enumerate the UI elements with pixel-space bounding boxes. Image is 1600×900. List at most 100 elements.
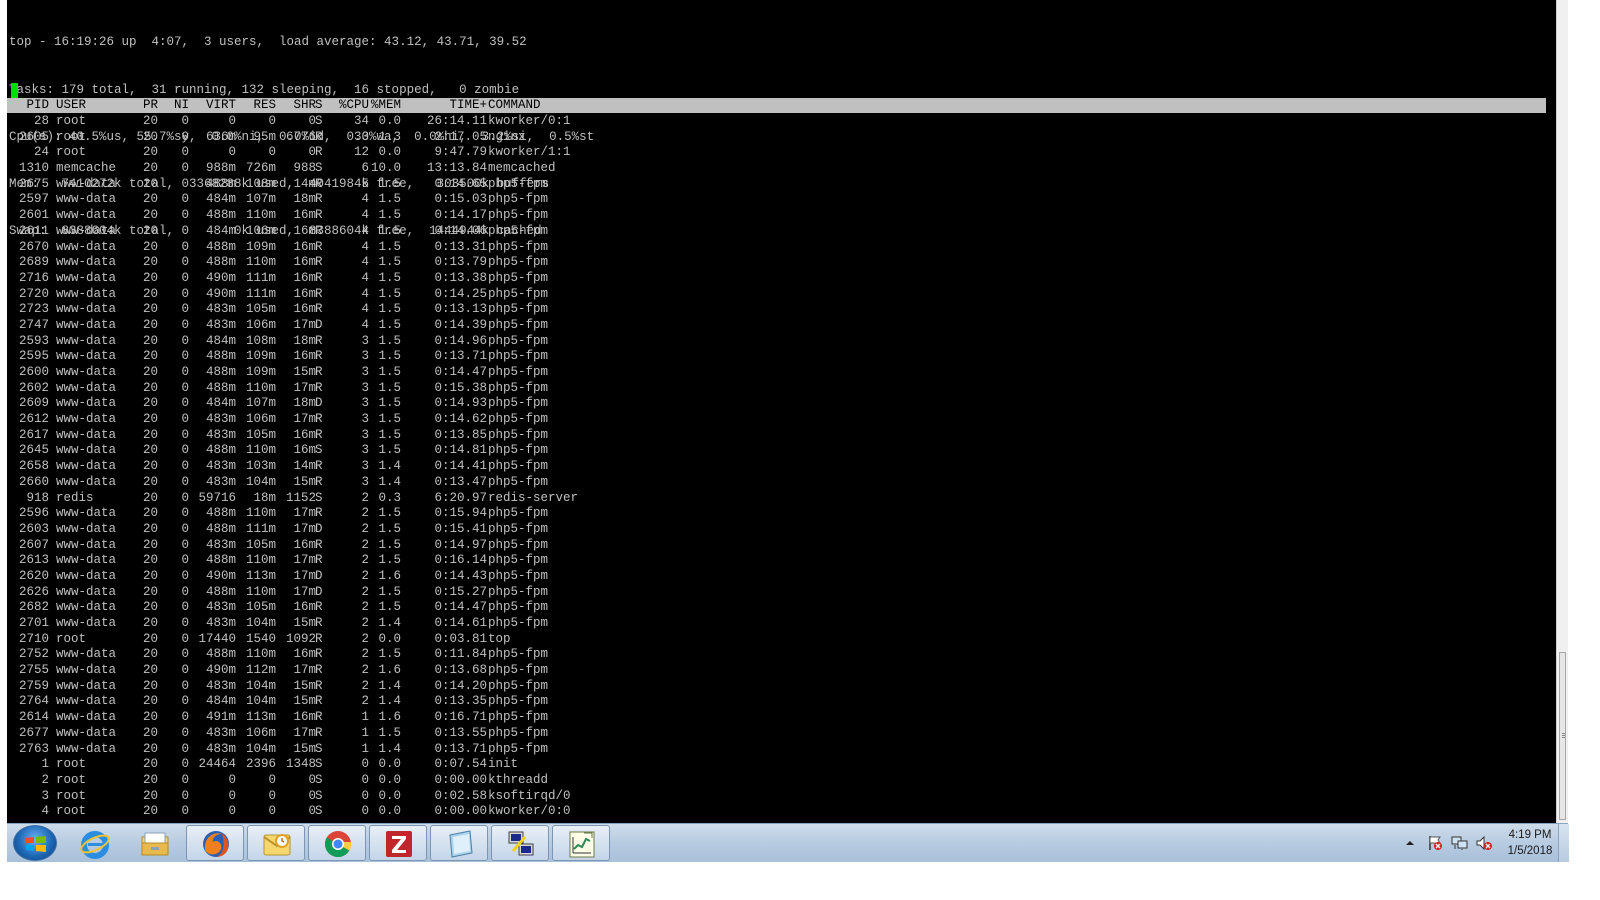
process-ni: 0 bbox=[181, 804, 189, 819]
terminal-scrollbar[interactable] bbox=[1556, 0, 1568, 825]
process-shr: 15m bbox=[293, 741, 316, 756]
process-virt: 483m bbox=[205, 412, 236, 427]
show-hidden-icons-arrow[interactable] bbox=[1405, 835, 1415, 853]
process-time: 0:14.41 bbox=[434, 459, 487, 474]
process-virt: 636m bbox=[205, 129, 236, 144]
process-res: 111m bbox=[245, 270, 276, 285]
process-command: init bbox=[488, 757, 519, 772]
process-res: 105m bbox=[245, 537, 276, 552]
process-ni: 0 bbox=[181, 208, 189, 223]
process-user: www-data bbox=[56, 678, 117, 693]
process-pr: 20 bbox=[142, 427, 158, 442]
process-ni: 0 bbox=[181, 255, 189, 270]
process-row: 1 root 20 0 24464 2396 1348 S 0 0.0 0:07.54 init bbox=[7, 757, 1546, 773]
col-cpu: %CPU bbox=[338, 98, 369, 112]
process-mem: 1.5 bbox=[378, 412, 401, 427]
process-row: 2 root 20 0 0 0 0 S 0 0.0 0:00.00 kthreadd bbox=[7, 773, 1546, 789]
taskbar-firefox[interactable] bbox=[186, 825, 244, 861]
network-icon[interactable] bbox=[1451, 835, 1469, 856]
taskbar-filezilla[interactable] bbox=[369, 825, 427, 861]
process-virt: 484m bbox=[205, 694, 236, 709]
process-res: 104m bbox=[245, 474, 276, 489]
process-pr: 20 bbox=[142, 804, 158, 819]
process-command: php5-fpm bbox=[488, 255, 549, 270]
process-ni: 0 bbox=[181, 474, 189, 489]
process-command: php5-fpm bbox=[488, 412, 549, 427]
process-shr: 0 bbox=[308, 804, 316, 819]
process-user: www-data bbox=[56, 521, 117, 536]
taskbar-notepad[interactable] bbox=[430, 825, 488, 861]
taskbar-internet-explorer[interactable] bbox=[65, 825, 123, 861]
process-time: 0:13.71 bbox=[434, 741, 487, 756]
taskbar-file-explorer[interactable] bbox=[125, 825, 183, 861]
action-center-flag-icon[interactable] bbox=[1427, 835, 1443, 856]
process-pr: 20 bbox=[142, 223, 158, 238]
process-row: 2602 www-data 20 0 488m 110m 17m R 3 1.5 0:15.38 ph… bbox=[7, 381, 1546, 397]
terminal-window[interactable]: top - 16:19:26 up 4:07, 3 users, load av… bbox=[7, 0, 1556, 825]
process-pr: 20 bbox=[142, 506, 158, 521]
process-res: 105m bbox=[245, 302, 276, 317]
process-cpu: 4 bbox=[361, 223, 369, 238]
process-mem: 1.5 bbox=[378, 553, 401, 568]
process-pid: 2658 bbox=[18, 459, 49, 474]
process-pr: 20 bbox=[142, 584, 158, 599]
process-pr: 20 bbox=[142, 568, 158, 583]
process-mem: 1.5 bbox=[378, 333, 401, 348]
taskbar-chrome[interactable] bbox=[308, 825, 366, 861]
summary-line-tasks: Tasks: 179 total, 31 running, 132 sleepi… bbox=[9, 82, 520, 97]
notepad-icon bbox=[449, 830, 473, 858]
process-pid: 2689 bbox=[18, 255, 49, 270]
process-ni: 0 bbox=[181, 490, 189, 505]
process-virt: 488m bbox=[205, 380, 236, 395]
process-command: php5-fpm bbox=[488, 176, 549, 191]
taskbar-chart-editor[interactable] bbox=[552, 825, 610, 861]
process-mem: 1.5 bbox=[378, 192, 401, 207]
process-pid: 2645 bbox=[18, 443, 49, 458]
process-row: 2716 www-data 20 0 490m 111m 16m R 4 1.5 0:13.38 ph… bbox=[7, 271, 1546, 287]
process-mem: 1.5 bbox=[378, 443, 401, 458]
process-mem: 1.5 bbox=[378, 506, 401, 521]
process-pr: 20 bbox=[142, 380, 158, 395]
process-user: www-data bbox=[56, 584, 117, 599]
taskbar-clock[interactable]: 4:19 PM 1/5/2018 bbox=[1495, 827, 1565, 859]
process-mem: 0.0 bbox=[378, 114, 401, 128]
process-virt: 488m bbox=[205, 521, 236, 536]
process-shr: 6776 bbox=[285, 129, 316, 144]
process-row: 24 root 20 0 0 0 0 R 12 0.0 9:47.79 kworker/1:1 bbox=[7, 145, 1546, 161]
process-user: www-data bbox=[56, 710, 117, 725]
process-shr: 16m bbox=[293, 223, 316, 238]
scrollbar-thumb[interactable] bbox=[1559, 652, 1566, 820]
process-user: root bbox=[56, 145, 87, 160]
process-res: 0 bbox=[268, 145, 276, 160]
process-ni: 0 bbox=[181, 459, 189, 474]
process-pid: 918 bbox=[26, 490, 49, 505]
process-ni: 0 bbox=[181, 317, 189, 332]
process-mem: 1.5 bbox=[378, 302, 401, 317]
process-mem: 1.5 bbox=[378, 317, 401, 332]
process-ni: 0 bbox=[181, 537, 189, 552]
process-res: 110m bbox=[245, 380, 276, 395]
show-desktop-button[interactable] bbox=[1558, 824, 1569, 862]
taskbar-putty[interactable] bbox=[491, 825, 549, 861]
process-user: root bbox=[56, 631, 87, 646]
process-mem: 1.3 bbox=[378, 129, 401, 144]
process-command: php5-fpm bbox=[488, 553, 549, 568]
process-res: 104m bbox=[245, 678, 276, 693]
taskbar-outlook[interactable] bbox=[247, 825, 305, 861]
process-command: php5-fpm bbox=[488, 647, 549, 662]
chrome-icon bbox=[324, 831, 352, 858]
process-pr: 20 bbox=[142, 788, 158, 803]
process-pr: 20 bbox=[142, 459, 158, 474]
process-user: www-data bbox=[56, 302, 117, 317]
start-button[interactable] bbox=[13, 825, 57, 861]
process-time: 0:14.43 bbox=[434, 568, 487, 583]
process-time: 0:14.25 bbox=[434, 286, 487, 301]
process-time: 0:14.47 bbox=[434, 600, 487, 615]
clock-date: 1/5/2018 bbox=[1507, 845, 1553, 857]
process-cpu: 5 bbox=[361, 176, 369, 191]
process-user: root bbox=[56, 772, 87, 787]
process-command: nginx bbox=[488, 129, 526, 144]
volume-muted-icon[interactable] bbox=[1475, 835, 1493, 856]
process-time: 0:13.31 bbox=[434, 239, 487, 254]
process-pid: 2677 bbox=[18, 725, 49, 740]
